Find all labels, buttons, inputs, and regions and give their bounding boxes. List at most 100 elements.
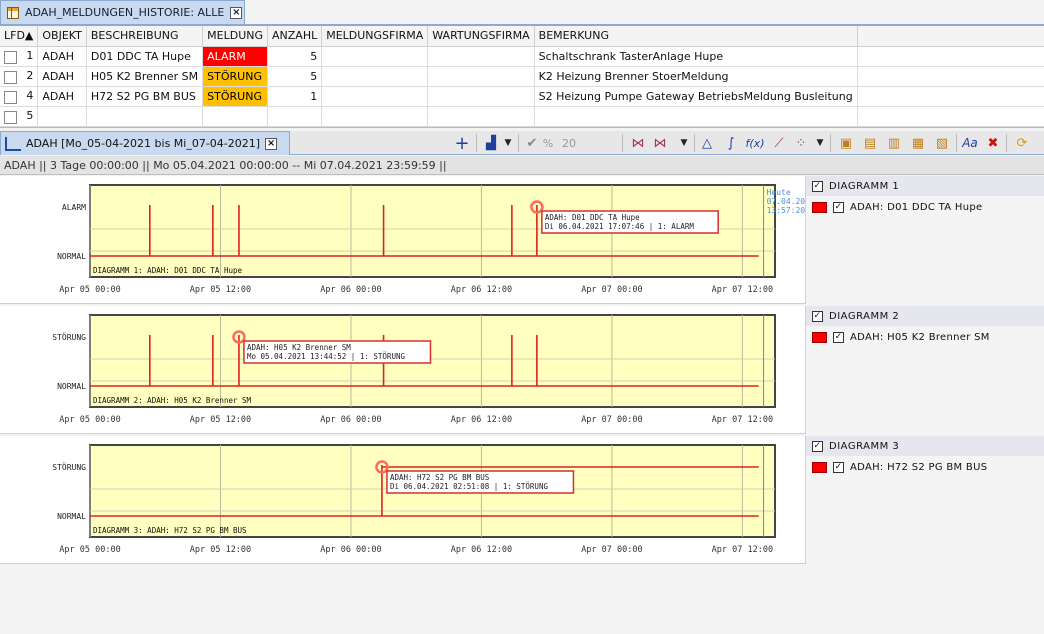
row-checkbox[interactable] <box>4 70 17 84</box>
legend-series-label: ADAH: H05 K2 Brenner SM <box>850 332 990 343</box>
import-icon[interactable]: ▦ <box>908 133 928 153</box>
row-checkbox[interactable] <box>4 90 17 104</box>
print-icon[interactable]: ▧ <box>932 133 952 153</box>
cell-anzahl: 5 <box>267 46 323 67</box>
cell-beschreibung: D01 DDC TA Hupe <box>86 46 204 67</box>
row-checkbox[interactable] <box>4 110 17 124</box>
x-tick-label: Apr 05 12:00 <box>190 415 251 425</box>
col-header-wartungsfirma[interactable]: WARTUNGSFIRMA <box>427 26 535 47</box>
today-time: 13:57:20 <box>767 206 805 215</box>
range-info-bar: ADAH || 3 Tage 00:00:00 || Mo 05.04.2021… <box>0 156 1044 175</box>
bar-chart-icon[interactable]: ▟ <box>482 133 500 153</box>
cell-wartungsfirma <box>427 66 535 87</box>
delete-icon[interactable]: ✖ <box>984 133 1002 153</box>
diagram-label: DIAGRAMM 1: ADAH: D01 DDC TA Hupe <box>93 266 242 275</box>
percent-label: % <box>542 136 554 150</box>
x-tick-label: Apr 06 12:00 <box>451 285 512 295</box>
chart-tab-title: ADAH [Mo_05-04-2021 bis Mi_07-04-2021] <box>26 137 261 150</box>
database-icon[interactable]: ▥ <box>884 133 904 153</box>
col-header-bemerkung[interactable]: BEMERKUNG <box>534 26 858 47</box>
annotation-line-2: Di 06.04.2021 02:51:08 | 1: STÖRUNG <box>390 482 549 491</box>
x-tick-label: Apr 06 00:00 <box>320 285 381 295</box>
legend-title-checkbox[interactable]: ✓ <box>812 440 823 452</box>
y-label-low: NORMAL <box>57 252 86 261</box>
percent-value[interactable]: 20 <box>558 133 580 153</box>
cell-wartungsfirma <box>427 46 535 67</box>
col-header-lfd[interactable]: LFD▲ <box>0 26 39 47</box>
table-header-row: LFD▲ OBJEKT BESCHREIBUNG MELDUNG ANZAHL … <box>0 26 1044 47</box>
x-tick-label: Apr 06 00:00 <box>320 415 381 425</box>
crosshair-icon[interactable]: + <box>452 133 472 154</box>
tab-chart-adah[interactable]: ADAH [Mo_05-04-2021 bis Mi_07-04-2021] × <box>0 131 290 155</box>
series-checkbox[interactable]: ✓ <box>833 202 844 213</box>
export-icon[interactable]: ▣ <box>836 133 856 153</box>
scatter-icon[interactable]: ⁘ <box>792 133 810 153</box>
save-icon[interactable]: ▤ <box>860 133 880 153</box>
chart-row-3: STÖRUNG NORMAL Apr 05 00:00 Apr 05 12:00 Apr… <box>0 436 1044 564</box>
legend-title: DIAGRAMM 1 <box>829 180 900 192</box>
x-tick-label: Apr 07 12:00 <box>712 415 773 425</box>
chart-row-2: STÖRUNG NORMAL Apr 05 00:00 Apr 05 12:00 Apr… <box>0 306 1044 434</box>
series-color-swatch[interactable] <box>812 332 827 343</box>
col-header-anzahl[interactable]: ANZAHL <box>267 26 323 47</box>
series-checkbox[interactable]: ✓ <box>833 332 844 343</box>
tab-meldungen-historie[interactable]: ADAH_MELDUNGEN_HISTORIE: ALLE × <box>0 0 245 24</box>
cell-anzahl: 1 <box>267 86 323 107</box>
close-icon[interactable]: × <box>230 6 243 19</box>
x-tick-label: Apr 06 12:00 <box>451 415 512 425</box>
chart-1[interactable]: ALARM NORMAL Apr 05 00:00 Apr 05 12:00 Apr 0… <box>0 176 815 304</box>
chevron-down-icon[interactable]: ▼ <box>502 133 514 153</box>
cell-beschreibung: H72 S2 PG BM BUS <box>86 86 204 107</box>
series-color-swatch[interactable] <box>812 202 827 213</box>
col-header-meldungsfirma[interactable]: MELDUNGSFIRMA <box>321 26 429 47</box>
function-icon[interactable]: f(x) <box>744 133 766 153</box>
cell-objekt: ADAH <box>37 66 87 87</box>
legend-series-label: ADAH: D01 DDC TA Hupe <box>850 202 983 213</box>
legend-title-checkbox[interactable]: ✓ <box>812 180 823 192</box>
table-row[interactable]: 2 ADAH H05 K2 Brenner SM STÖRUNG 5 K2 He… <box>0 66 1044 87</box>
chevron-down-icon[interactable]: ▼ <box>814 133 826 153</box>
legend-panel-3: ✓ DIAGRAMM 3 ✓ ADAH: H72 S2 PG BM BUS <box>805 436 1044 564</box>
x-tick-label: Apr 05 12:00 <box>190 545 251 555</box>
table-row[interactable]: 1 ADAH D01 DDC TA Hupe ALARM 5 Schaltsch… <box>0 46 1044 67</box>
row-checkbox[interactable] <box>4 50 17 64</box>
tab-title: ADAH_MELDUNGEN_HISTORIE: ALLE <box>25 6 225 19</box>
annotation-line-1: ADAH: D01 DDC TA Hupe <box>545 213 640 222</box>
x-tick-label: Apr 06 00:00 <box>320 545 381 555</box>
col-header-beschreibung[interactable]: BESCHREIBUNG <box>86 26 204 47</box>
legend-title: DIAGRAMM 3 <box>829 440 900 452</box>
legend-title-checkbox[interactable]: ✓ <box>812 310 823 322</box>
y-label-high: STÖRUNG <box>52 332 86 342</box>
refresh-icon[interactable]: ⟳ <box>1012 133 1032 153</box>
cell-objekt: ADAH <box>37 86 87 107</box>
cell-lfd: 2 <box>26 68 34 82</box>
table-row[interactable]: 5 <box>0 106 1044 127</box>
chart-3[interactable]: STÖRUNG NORMAL Apr 05 00:00 Apr 05 12:00 Apr… <box>0 436 805 564</box>
font-icon[interactable]: Aa <box>960 133 980 153</box>
zoom-x-icon[interactable]: ⋈ <box>628 133 648 153</box>
delta-icon[interactable]: △ <box>698 133 716 153</box>
y-label-high: ALARM <box>62 203 86 212</box>
zoom-y-icon[interactable]: ⋈ <box>650 133 670 153</box>
cell-objekt: ADAH <box>37 46 87 67</box>
y-label-low: NORMAL <box>57 382 86 391</box>
legend-panel-2: ✓ DIAGRAMM 2 ✓ ADAH: H05 K2 Brenner SM <box>805 306 1044 434</box>
chart-2[interactable]: STÖRUNG NORMAL Apr 05 00:00 Apr 05 12:00 Apr… <box>0 306 805 434</box>
series-checkbox[interactable]: ✓ <box>833 462 844 473</box>
series-color-swatch[interactable] <box>812 462 827 473</box>
close-icon[interactable]: × <box>265 137 278 150</box>
cell-meldung <box>202 106 268 127</box>
legend-panel-1: ✓ DIAGRAMM 1 ✓ ADAH: D01 DDC TA Hupe <box>805 176 1044 304</box>
x-tick-label: Apr 05 00:00 <box>59 285 120 295</box>
col-header-objekt[interactable]: OBJEKT <box>37 26 87 47</box>
y-label-low: NORMAL <box>57 512 86 521</box>
table-row[interactable]: 4 ADAH H72 S2 PG BM BUS STÖRUNG 1 S2 Hei… <box>0 86 1044 107</box>
col-header-meldung[interactable]: MELDUNG <box>202 26 268 47</box>
check-icon[interactable]: ✔ <box>524 133 540 153</box>
integral-icon[interactable]: ∫ <box>722 133 740 153</box>
trend-icon[interactable]: ⟋ <box>770 133 788 153</box>
chevron-down-icon[interactable]: ▼ <box>678 133 690 153</box>
chart-icon <box>5 136 21 151</box>
cell-anzahl <box>267 106 323 127</box>
table-icon <box>7 6 19 19</box>
